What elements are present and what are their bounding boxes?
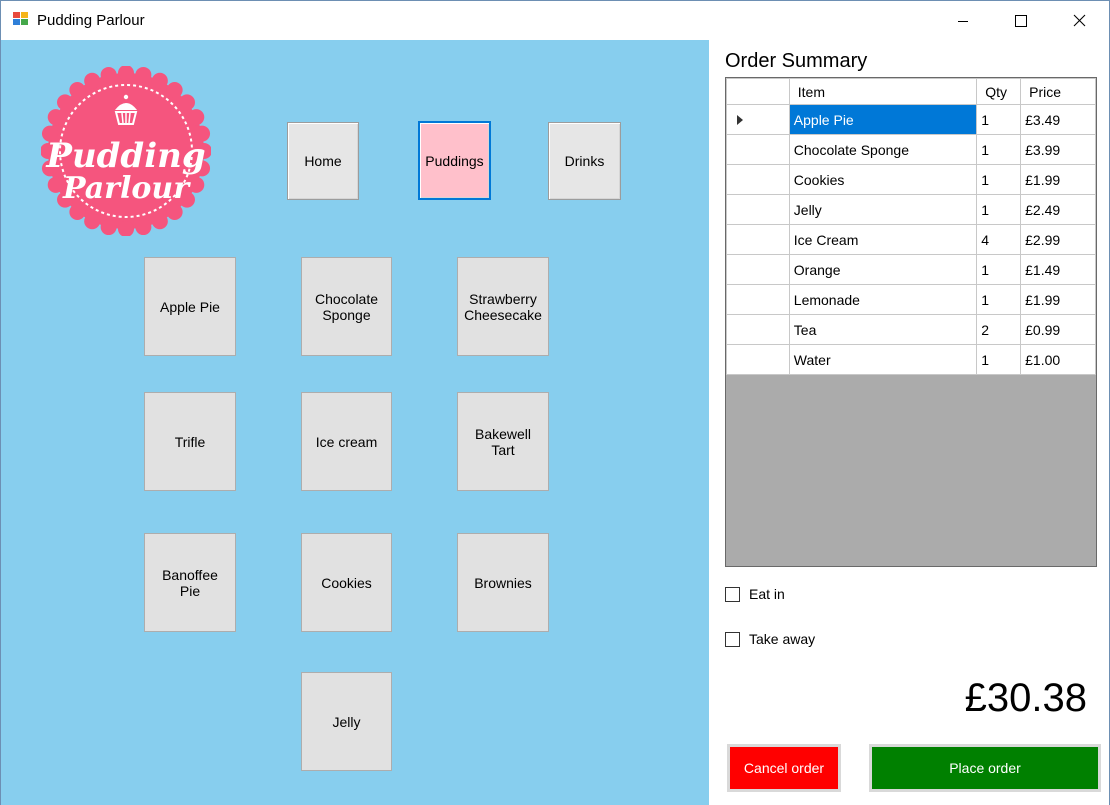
maximize-button[interactable]	[992, 1, 1050, 40]
cell-item[interactable]: Ice Cream	[788, 224, 978, 255]
table-row[interactable]: Ice Cream 4 £2.99	[726, 224, 1096, 255]
cell-qty[interactable]: 1	[976, 164, 1022, 195]
grid-corner-header[interactable]	[726, 78, 790, 105]
cancel-order-button[interactable]: Cancel order	[727, 744, 841, 792]
cell-price[interactable]: £0.99	[1020, 314, 1096, 345]
table-row[interactable]: Jelly 1 £2.49	[726, 194, 1096, 225]
cell-price[interactable]: £1.99	[1020, 164, 1096, 195]
table-row[interactable]: Tea 2 £0.99	[726, 314, 1096, 345]
cell-qty[interactable]: 1	[976, 284, 1022, 315]
bakewell-tart-button[interactable]: Bakewell Tart	[457, 392, 549, 491]
cell-item[interactable]: Apple Pie	[788, 104, 978, 135]
close-icon	[1073, 14, 1085, 27]
order-total: £30.38	[964, 676, 1087, 720]
row-header[interactable]	[726, 104, 790, 135]
close-button[interactable]	[1050, 1, 1108, 40]
cell-qty[interactable]: 1	[976, 254, 1022, 285]
column-header-item[interactable]: Item	[788, 78, 978, 105]
minimize-icon	[958, 20, 968, 22]
current-row-arrow-icon	[737, 114, 743, 125]
cell-item[interactable]: Jelly	[788, 194, 978, 225]
row-header[interactable]	[726, 284, 790, 315]
order-summary-title: Order Summary	[725, 50, 868, 72]
cell-qty[interactable]: 1	[976, 134, 1022, 165]
chocolate-sponge-button[interactable]: Chocolate Sponge	[301, 257, 392, 356]
eat-in-label[interactable]: Eat in	[749, 586, 785, 602]
puddings-button[interactable]: Puddings	[418, 121, 491, 200]
cell-price[interactable]: £2.99	[1020, 224, 1096, 255]
row-header[interactable]	[726, 344, 790, 375]
column-header-price[interactable]: Price	[1020, 78, 1096, 105]
jelly-button[interactable]: Jelly	[301, 672, 392, 771]
row-header[interactable]	[726, 224, 790, 255]
row-header[interactable]	[726, 314, 790, 345]
window-title: Pudding Parlour	[37, 12, 145, 29]
title-bar: Pudding Parlour	[1, 1, 1109, 40]
cell-price[interactable]: £3.99	[1020, 134, 1096, 165]
table-row[interactable]: Lemonade 1 £1.99	[726, 284, 1096, 315]
ice-cream-button[interactable]: Ice cream	[301, 392, 392, 491]
banoffee-pie-button[interactable]: Banoffee Pie	[144, 533, 236, 632]
take-away-option[interactable]: Take away	[725, 631, 815, 647]
place-order-button[interactable]: Place order	[869, 744, 1101, 792]
pudding-parlour-logo: Pudding Parlour	[40, 65, 212, 237]
cell-qty[interactable]: 1	[976, 104, 1022, 135]
app-icon	[13, 12, 30, 28]
cell-price[interactable]: £2.49	[1020, 194, 1096, 225]
eat-in-checkbox[interactable]	[725, 586, 740, 602]
order-grid[interactable]: Item Qty Price Apple Pie 1 £3.49 Chocola	[725, 77, 1097, 567]
app-window: Pudding Parlour Pudding Parlour Home Pud…	[0, 0, 1110, 805]
cell-item[interactable]: Lemonade	[788, 284, 978, 315]
cell-item[interactable]: Chocolate Sponge	[788, 134, 978, 165]
cell-qty[interactable]: 1	[976, 194, 1022, 225]
row-header[interactable]	[726, 194, 790, 225]
table-row[interactable]: Chocolate Sponge 1 £3.99	[726, 134, 1096, 165]
take-away-checkbox[interactable]	[725, 631, 740, 647]
cell-qty[interactable]: 2	[976, 314, 1022, 345]
table-row[interactable]: Apple Pie 1 £3.49	[726, 104, 1096, 135]
svg-text:Parlour: Parlour	[62, 171, 191, 206]
brownies-button[interactable]: Brownies	[457, 533, 549, 632]
cell-qty[interactable]: 1	[976, 344, 1022, 375]
row-header[interactable]	[726, 254, 790, 285]
cell-price[interactable]: £1.00	[1020, 344, 1096, 375]
table-row[interactable]: Cookies 1 £1.99	[726, 164, 1096, 195]
maximize-icon	[1015, 14, 1027, 27]
cell-qty[interactable]: 4	[976, 224, 1022, 255]
table-row[interactable]: Orange 1 £1.49	[726, 254, 1096, 285]
row-header[interactable]	[726, 134, 790, 165]
cell-price[interactable]: £1.99	[1020, 284, 1096, 315]
strawberry-cheesecake-button[interactable]: Strawberry Cheesecake	[457, 257, 549, 356]
drinks-button[interactable]: Drinks	[548, 122, 621, 200]
minimize-button[interactable]	[934, 1, 992, 40]
apple-pie-button[interactable]: Apple Pie	[144, 257, 236, 356]
order-panel: Order Summary Item Qty Price Apple Pie 1	[709, 40, 1109, 805]
cell-price[interactable]: £3.49	[1020, 104, 1096, 135]
cell-item[interactable]: Orange	[788, 254, 978, 285]
row-header[interactable]	[726, 164, 790, 195]
cell-item[interactable]: Water	[788, 344, 978, 375]
table-row[interactable]: Water 1 £1.00	[726, 344, 1096, 375]
eat-in-option[interactable]: Eat in	[725, 586, 785, 602]
home-button[interactable]: Home	[287, 122, 359, 200]
column-header-qty[interactable]: Qty	[976, 78, 1022, 105]
cell-item[interactable]: Cookies	[788, 164, 978, 195]
cookies-button[interactable]: Cookies	[301, 533, 392, 632]
cell-item[interactable]: Tea	[788, 314, 978, 345]
trifle-button[interactable]: Trifle	[144, 392, 236, 491]
cell-price[interactable]: £1.49	[1020, 254, 1096, 285]
take-away-label[interactable]: Take away	[749, 631, 815, 647]
svg-text:Pudding: Pudding	[45, 136, 205, 176]
menu-panel: Pudding Parlour Home Puddings Drinks App…	[1, 40, 709, 805]
